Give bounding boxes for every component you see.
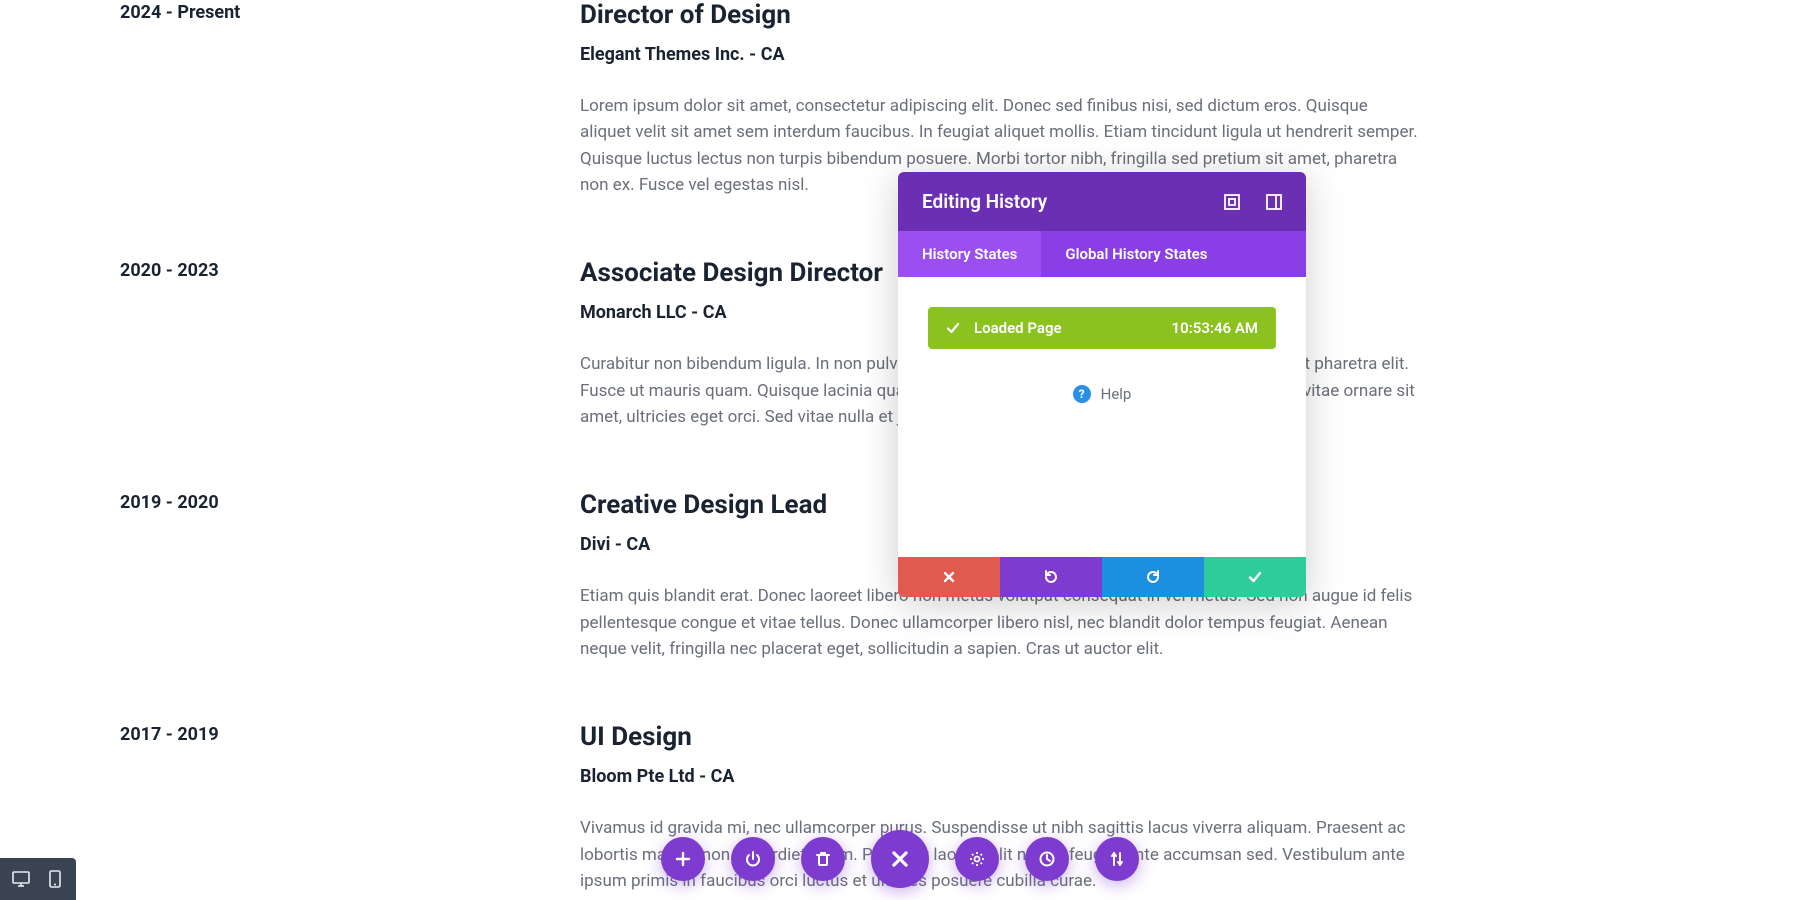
close-builder-button[interactable] [871,830,929,888]
viewport-toggles [0,858,76,900]
mobile-view-icon[interactable] [42,866,68,892]
panel-header-actions [1224,194,1282,210]
job-entry: 2024 - Present Director of Design Elegan… [120,0,1680,198]
job-company: Elegant Themes Inc. - CA [580,44,1420,65]
job-content: Director of Design Elegant Themes Inc. -… [580,0,1420,198]
panel-title: Editing History [922,190,1047,213]
editing-history-panel[interactable]: Editing History History States Global Hi… [898,172,1306,597]
panel-body: Loaded Page 10:53:46 AM ? Help [898,277,1306,557]
undo-button[interactable] [1000,557,1102,597]
panel-header: Editing History [898,172,1306,231]
help-icon: ? [1073,385,1091,403]
panel-tabs: History States Global History States [898,231,1306,277]
job-title: UI Design [580,722,1420,752]
redo-button[interactable] [1102,557,1204,597]
job-title: Director of Design [580,0,1420,30]
history-item-label: Loaded Page [974,319,1158,337]
settings-button[interactable] [955,837,999,881]
dock-icon[interactable] [1266,194,1282,210]
tab-history-states[interactable]: History States [898,231,1041,277]
history-item-time: 10:53:46 AM [1172,319,1258,337]
confirm-button[interactable] [1204,557,1306,597]
desktop-view-icon[interactable] [8,866,34,892]
layers-button[interactable] [1095,837,1139,881]
job-company: Bloom Pte Ltd - CA [580,766,1420,787]
check-icon [946,321,960,335]
history-state-item[interactable]: Loaded Page 10:53:46 AM [928,307,1276,349]
job-date: 2019 - 2020 [120,490,580,662]
panel-footer [898,557,1306,597]
delete-button[interactable] [801,837,845,881]
job-date: 2024 - Present [120,0,580,198]
help-label: Help [1101,385,1132,403]
help-link[interactable]: ? Help [928,385,1276,403]
builder-actions [661,830,1139,888]
power-button[interactable] [731,837,775,881]
expand-icon[interactable] [1224,194,1240,210]
tab-global-history-states[interactable]: Global History States [1041,231,1231,277]
history-button[interactable] [1025,837,1069,881]
job-date: 2020 - 2023 [120,258,580,430]
job-date: 2017 - 2019 [120,722,580,894]
cancel-button[interactable] [898,557,1000,597]
add-button[interactable] [661,837,705,881]
